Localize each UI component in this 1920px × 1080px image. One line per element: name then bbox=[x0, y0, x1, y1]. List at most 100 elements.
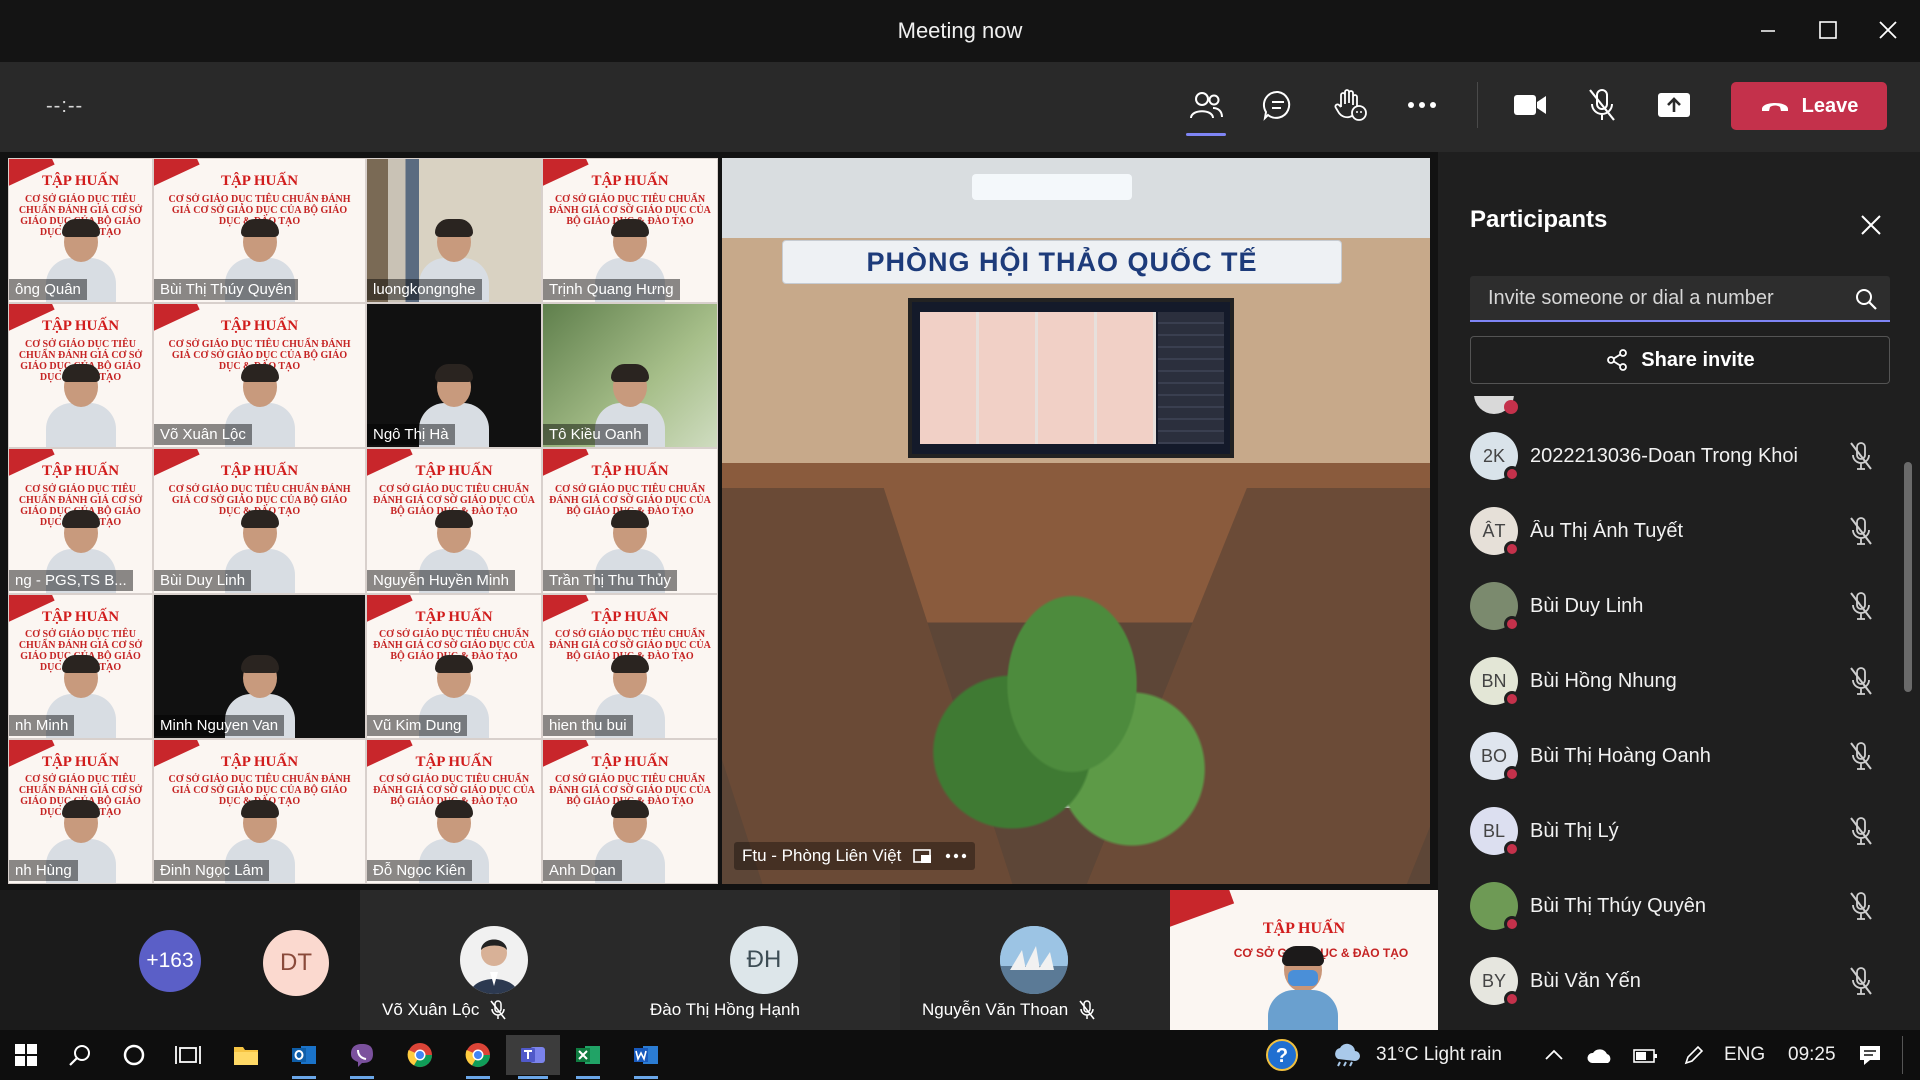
teams-button[interactable] bbox=[506, 1035, 560, 1079]
participant-avatar-dt[interactable]: DT bbox=[263, 930, 329, 996]
leave-button[interactable]: Leave bbox=[1731, 82, 1887, 130]
notifications-button[interactable] bbox=[1846, 1035, 1894, 1075]
mic-off-icon[interactable] bbox=[1848, 591, 1878, 621]
excel-button[interactable] bbox=[564, 1035, 612, 1079]
avatar-initials: BL bbox=[1482, 820, 1506, 841]
mic-off-icon[interactable] bbox=[1848, 666, 1878, 696]
reactions-button[interactable] bbox=[1322, 80, 1378, 130]
task-view-button[interactable] bbox=[164, 1035, 212, 1075]
tile-name: Võ Xuân Lộc bbox=[154, 424, 252, 446]
mic-off-icon[interactable] bbox=[1848, 441, 1878, 471]
clock[interactable]: 09:25 bbox=[1788, 1044, 1836, 1066]
gallery-tile[interactable]: TẬP HUẤN CƠ SỞ GIÁO DỤC TIÊU CHUẨN ĐÁNH G… bbox=[542, 738, 718, 884]
mic-button[interactable] bbox=[1574, 80, 1630, 130]
mic-off-icon[interactable] bbox=[1848, 816, 1878, 846]
gallery-tile[interactable]: TẬP HUẤN CƠ SỞ GIÁO DỤC TIÊU CHUẨN ĐÁNH G… bbox=[153, 303, 366, 449]
meeting-toolbar: --:-- Leave bbox=[0, 62, 1920, 152]
invite-input[interactable] bbox=[1470, 276, 1850, 320]
pen-icon bbox=[1684, 1045, 1704, 1065]
weather-icon-button[interactable] bbox=[1322, 1035, 1370, 1075]
gallery-tile[interactable]: TẬP HUẤN CƠ SỞ GIÁO DỤC TIÊU CHUẨN ĐÁNH G… bbox=[8, 593, 153, 739]
close-window-button[interactable] bbox=[1866, 12, 1910, 48]
gallery-tile[interactable]: TẬP HUẤN CƠ SỞ GIÁO DỤC TIÊU CHUẨN ĐÁNH G… bbox=[8, 158, 153, 304]
participant-row[interactable]: 2K 2022213036-Doan Trong Khoi bbox=[1470, 426, 1890, 486]
gallery-tile[interactable]: TẬP HUẤN CƠ SỞ GIÁO DỤC TIÊU CHUẨN ĐÁNH G… bbox=[153, 158, 366, 304]
status-dot bbox=[1504, 841, 1520, 857]
banner-title: TẬP HUẤN bbox=[415, 608, 493, 625]
strip-tile-vo-xuan-loc[interactable]: Võ Xuân Lộc bbox=[360, 890, 630, 1030]
battery-icon bbox=[1633, 1049, 1657, 1063]
gallery-tile[interactable]: Tô Kiều Oanh bbox=[542, 303, 718, 449]
status-dot bbox=[1504, 691, 1520, 707]
mic-off-icon[interactable] bbox=[1848, 516, 1878, 546]
minimize-icon bbox=[1761, 30, 1775, 32]
participant-name: Bùi Thị Hoàng Oanh bbox=[1530, 744, 1711, 767]
participants-button[interactable] bbox=[1178, 80, 1234, 136]
gallery-tile[interactable]: TẬP HUẤN CƠ SỞ GIÁO DỤC TIÊU CHUẨN ĐÁNH G… bbox=[542, 448, 718, 594]
overflow-participants-button[interactable]: +163 bbox=[139, 930, 201, 992]
gallery-tile[interactable]: luongkongnghe bbox=[366, 158, 542, 304]
strip-video-tile[interactable]: TẬP HUẤN CƠ SỞ GIÁO DỤC & ĐÀO TẠO bbox=[1170, 890, 1438, 1030]
participant-row[interactable]: Bùi Thị Thúy Quyên bbox=[1470, 876, 1890, 936]
gallery-tile[interactable]: TẬP HUẤN CƠ SỞ GIÁO DỤC TIÊU CHUẨN ĐÁNH G… bbox=[542, 593, 718, 739]
participant-row[interactable]: ÂT Âu Thị Ánh Tuyết bbox=[1470, 501, 1890, 561]
participant-row[interactable]: Bùi Duy Linh bbox=[1470, 576, 1890, 636]
battery-button[interactable] bbox=[1622, 1035, 1670, 1075]
gallery-tile[interactable]: TẬP HUẤN CƠ SỞ GIÁO DỤC TIÊU CHUẨN ĐÁNH G… bbox=[8, 738, 153, 884]
camera-button[interactable] bbox=[1502, 80, 1558, 130]
input-language[interactable]: ENG bbox=[1724, 1044, 1765, 1066]
gallery-tile[interactable]: TẬP HUẤN CƠ SỞ GIÁO DỤC TIÊU CHUẨN ĐÁNH G… bbox=[366, 593, 542, 739]
minimize-button[interactable] bbox=[1746, 12, 1790, 48]
banner-title: TẬP HUẤN bbox=[41, 463, 120, 480]
maximize-button[interactable] bbox=[1806, 12, 1850, 48]
close-panel-icon[interactable] bbox=[1858, 212, 1884, 238]
banner-title: TẬP HUẤN bbox=[591, 608, 669, 625]
strip-tile-nguyen-van-thoan[interactable]: Nguyễn Văn Thoan bbox=[900, 890, 1170, 1030]
onedrive-button[interactable] bbox=[1576, 1035, 1624, 1075]
gallery-tile[interactable]: Ngô Thị Hà bbox=[366, 303, 542, 449]
gallery-tile[interactable]: TẬP HUẤN CƠ SỞ GIÁO DỤC TIÊU CHUẨN ĐÁNH G… bbox=[542, 158, 718, 304]
strip-tile-dao-thi-hong-hanh[interactable]: ĐH Đào Thị Hồng Hạnh bbox=[630, 890, 900, 1030]
room-video[interactable]: PHÒNG HỘI THẢO QUỐC TẾ Ftu - Phòng Liên … bbox=[722, 158, 1430, 884]
weather-text[interactable]: 31°C Light rain bbox=[1376, 1044, 1502, 1066]
gallery-tile[interactable]: TẬP HUẤN CƠ SỞ GIÁO DỤC TIÊU CHUẨN ĐÁNH G… bbox=[153, 738, 366, 884]
gallery-tile[interactable]: TẬP HUẤN CƠ SỞ GIÁO DỤC TIÊU CHUẨN ĐÁNH G… bbox=[366, 448, 542, 594]
participant-list-scrollbar[interactable] bbox=[1904, 462, 1912, 692]
meeting-stage: TẬP HUẤN CƠ SỞ GIÁO DỤC TIÊU CHUẨN ĐÁNH G… bbox=[0, 152, 1438, 890]
outlook-button[interactable] bbox=[280, 1035, 328, 1079]
mic-off-icon[interactable] bbox=[1848, 741, 1878, 771]
pen-workspace-button[interactable] bbox=[1670, 1035, 1718, 1075]
gallery-tile[interactable]: TẬP HUẤN CƠ SỞ GIÁO DỤC TIÊU CHUẨN ĐÁNH G… bbox=[8, 303, 153, 449]
help-button[interactable]: ? bbox=[1258, 1035, 1306, 1075]
tile-name: ông Quân bbox=[9, 279, 87, 301]
chrome-button[interactable] bbox=[396, 1035, 444, 1075]
cortana-button[interactable] bbox=[110, 1035, 158, 1075]
participant-row[interactable]: BN Bùi Hồng Nhung bbox=[1470, 651, 1890, 711]
display-gallery bbox=[920, 312, 1156, 444]
gallery-tile[interactable]: TẬP HUẤN CƠ SỞ GIÁO DỤC TIÊU CHUẨN ĐÁNH G… bbox=[366, 738, 542, 884]
search-icon[interactable] bbox=[1854, 287, 1878, 311]
mic-off-icon[interactable] bbox=[1848, 891, 1878, 921]
mic-off-icon[interactable] bbox=[1848, 966, 1878, 996]
file-explorer-button[interactable] bbox=[222, 1035, 270, 1075]
more-icon[interactable] bbox=[945, 853, 967, 859]
word-button[interactable] bbox=[622, 1035, 670, 1079]
viber-button[interactable] bbox=[338, 1035, 386, 1079]
chat-button[interactable] bbox=[1250, 80, 1306, 130]
show-hidden-icons-button[interactable] bbox=[1530, 1035, 1578, 1075]
participant-row[interactable]: BO Bùi Thị Hoàng Oanh bbox=[1470, 726, 1890, 786]
chrome-profile-button[interactable] bbox=[454, 1035, 502, 1079]
meeting-timer: --:-- bbox=[46, 95, 84, 117]
gallery-tile[interactable]: Minh Nguyen Van bbox=[153, 593, 366, 739]
more-actions-button[interactable] bbox=[1394, 80, 1450, 130]
show-desktop-divider[interactable] bbox=[1902, 1036, 1903, 1074]
gallery-tile[interactable]: TẬP HUẤN CƠ SỞ GIÁO DỤC TIÊU CHUẨN ĐÁNH G… bbox=[8, 448, 153, 594]
share-invite-button[interactable]: Share invite bbox=[1470, 336, 1890, 384]
share-screen-button[interactable] bbox=[1646, 80, 1702, 130]
gallery-tile[interactable]: TẬP HUẤN CƠ SỞ GIÁO DỤC TIÊU CHUẨN ĐÁNH G… bbox=[153, 448, 366, 594]
search-button[interactable] bbox=[56, 1035, 104, 1075]
video-camera-icon bbox=[1514, 95, 1546, 115]
participant-row[interactable]: BY Bùi Văn Yến bbox=[1470, 951, 1890, 1011]
participant-row[interactable]: BL Bùi Thị Lý bbox=[1470, 801, 1890, 861]
start-button[interactable] bbox=[2, 1035, 50, 1075]
